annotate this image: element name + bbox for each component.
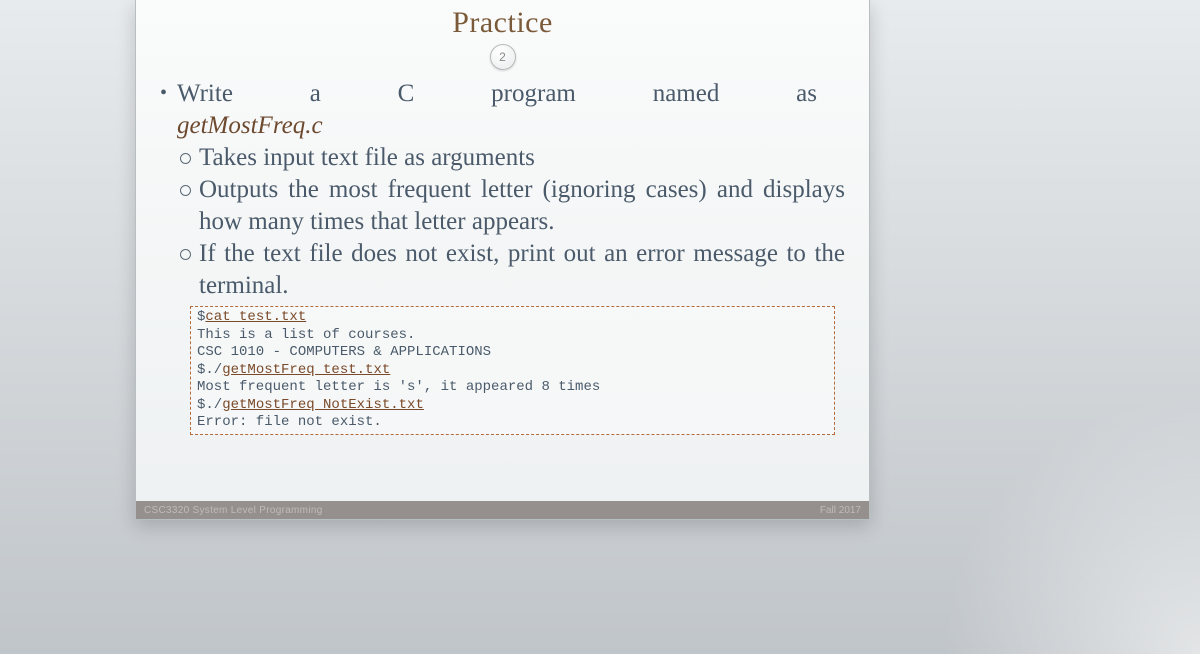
page-indicator: 2 (490, 44, 516, 70)
lighting-overlay (940, 394, 1200, 654)
t5: Most frequent letter is 's', it appeared… (197, 379, 600, 395)
bullet-level2: Takes input text file as arguments (160, 142, 845, 174)
terminal-example: $cat test.txt This is a list of courses.… (190, 306, 835, 435)
bullet-ring-icon (180, 249, 191, 260)
bullet1-text: Write a C program named as getMostFreq.c (177, 78, 817, 142)
slide: Practice 2 • Write a C program named as … (135, 0, 870, 520)
title-area: Practice 2 (150, 6, 855, 70)
t3: CSC 1010 - COMPUTERS & APPLICATIONS (197, 344, 491, 360)
t7: Error: file not exist. (197, 414, 382, 430)
program-filename: getMostFreq.c (177, 110, 817, 142)
slide-footer: CSC3320 System Level Programming Fall 20… (136, 501, 869, 519)
t1b: cat test.txt (205, 309, 306, 325)
t6b: getMostFreq NotExist.txt (222, 397, 424, 413)
bullet-ring-icon (180, 185, 191, 196)
bullet-level2: If the text file does not exist, print o… (160, 238, 845, 302)
t4a: $./ (197, 362, 222, 378)
sub3: If the text file does not exist, print o… (199, 238, 845, 302)
footer-right: Fall 2017 (820, 505, 861, 516)
w5: named (653, 78, 720, 110)
w3: C (398, 78, 415, 110)
sub1: Takes input text file as arguments (199, 142, 845, 174)
t6a: $./ (197, 397, 222, 413)
sub2: Outputs the most frequent letter (ignori… (199, 174, 845, 238)
bullet-level1: • Write a C program named as getMostFreq… (160, 78, 845, 142)
slide-body: • Write a C program named as getMostFreq… (150, 70, 855, 435)
w1: Write (177, 78, 233, 110)
bullet-ring-icon (180, 153, 191, 164)
t4b: getMostFreq test.txt (222, 362, 390, 378)
slide-title: Practice (150, 6, 855, 40)
t2: This is a list of courses. (197, 327, 415, 343)
bullet-disc-icon: • (160, 78, 167, 142)
w4: program (491, 78, 576, 110)
footer-left: CSC3320 System Level Programming (144, 505, 323, 516)
bullet-level2: Outputs the most frequent letter (ignori… (160, 174, 845, 238)
w6: as (796, 78, 817, 110)
w2: a (310, 78, 321, 110)
